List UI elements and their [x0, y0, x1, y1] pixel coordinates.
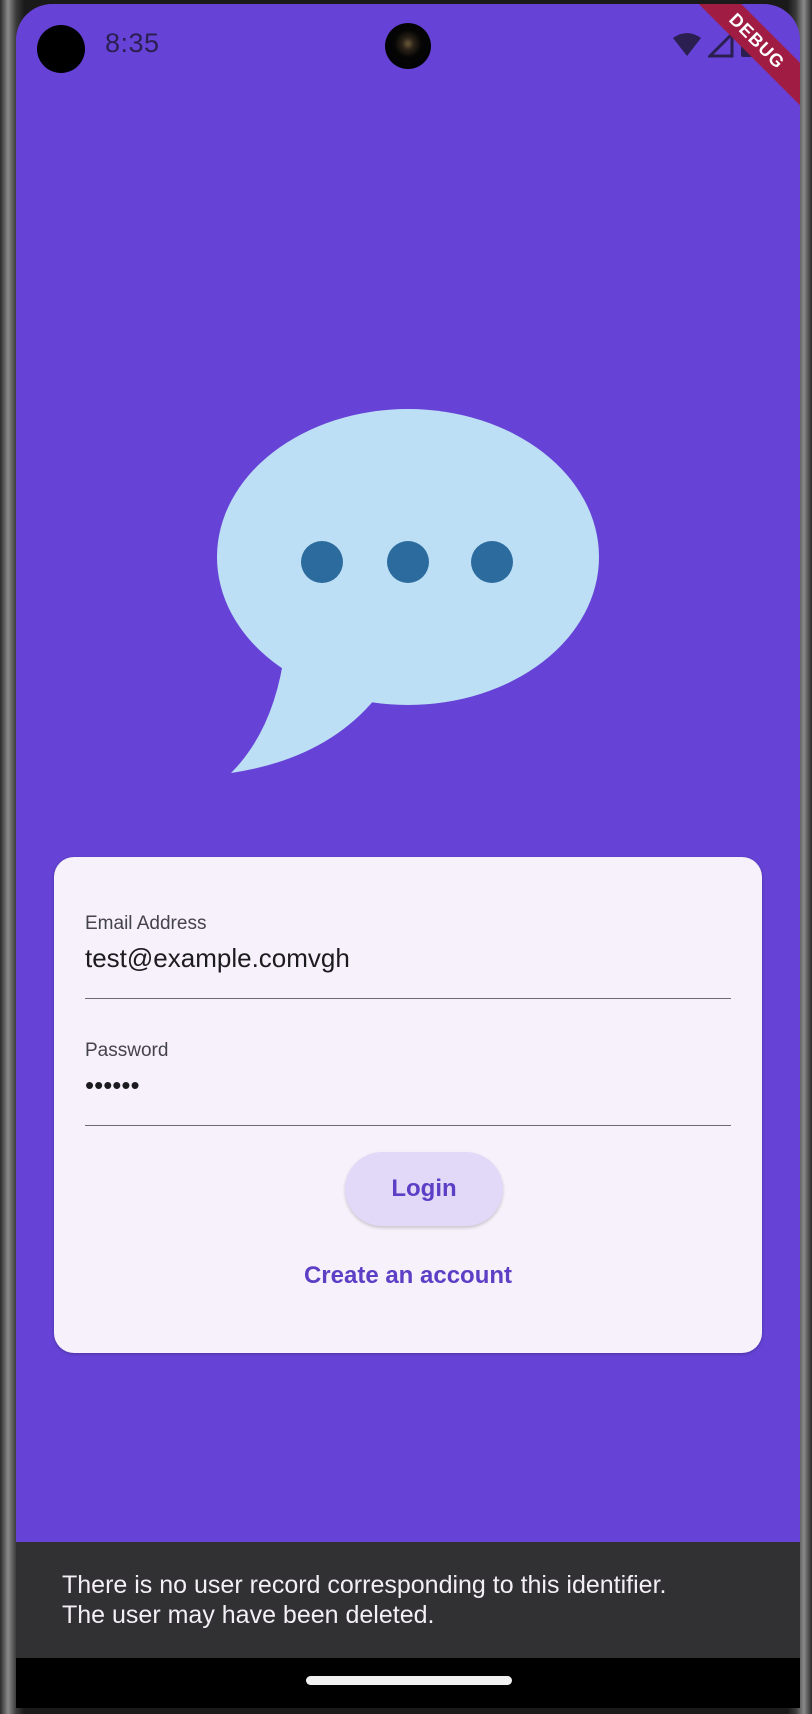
error-snackbar: There is no user record corresponding to… [16, 1542, 800, 1658]
email-label: Email Address [85, 913, 207, 934]
email-field[interactable]: Email Address test@example.comvgh [85, 913, 731, 999]
app-screen: 8:35 DEBUG Email Address test@example.co… [16, 4, 800, 1708]
camera-cutout-icon [37, 25, 85, 73]
email-input[interactable]: test@example.comvgh [85, 943, 350, 974]
device-frame: 8:35 DEBUG Email Address test@example.co… [0, 0, 812, 1714]
snackbar-line-2: The user may have been deleted. [62, 1601, 435, 1629]
snackbar-line-1: There is no user record corresponding to… [62, 1571, 667, 1599]
home-indicator[interactable] [306, 1676, 512, 1685]
wifi-icon [673, 33, 701, 56]
password-underline [85, 1124, 731, 1126]
password-input[interactable]: •••••• [85, 1070, 140, 1101]
email-underline [85, 997, 731, 999]
status-time: 8:35 [105, 28, 160, 58]
navigation-bar [16, 1658, 800, 1708]
password-field[interactable]: Password •••••• [85, 1040, 731, 1126]
create-account-link[interactable]: Create an account [54, 1262, 762, 1290]
chat-dot-icon [301, 541, 343, 583]
status-bar: 8:35 DEBUG [16, 4, 800, 119]
password-label: Password [85, 1040, 169, 1061]
chat-dot-icon [387, 541, 429, 583]
front-camera-icon [385, 23, 431, 69]
login-card: Email Address test@example.comvgh Passwo… [54, 857, 762, 1353]
login-button[interactable]: Login [345, 1152, 503, 1226]
snackbar-message: There is no user record corresponding to… [62, 1570, 762, 1630]
chat-dot-icon [471, 541, 513, 583]
debug-banner: DEBUG [679, 4, 800, 119]
chat-bubble-icon [217, 409, 599, 773]
